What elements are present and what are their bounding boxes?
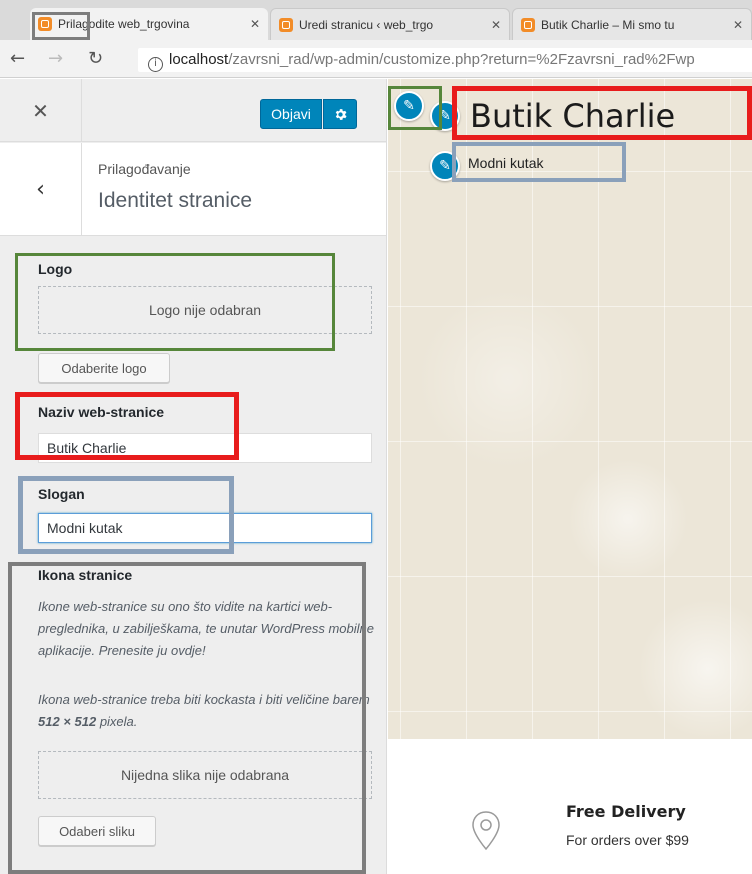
tab-title: Prilagodite web_trgovina xyxy=(58,17,190,31)
site-title-label: Naziv web-stranice xyxy=(38,404,165,420)
wordpress-favicon-icon xyxy=(521,17,535,32)
url-path: /zavrsni_rad/wp-admin/customize.php?retu… xyxy=(228,51,695,68)
select-logo-button[interactable]: Odaberite logo xyxy=(38,353,170,383)
reload-icon[interactable]: ↻ xyxy=(88,48,103,69)
browser-address-bar: ← → ↻ i localhost/zavrsni_rad/wp-admin/cu… xyxy=(0,40,752,78)
gear-icon xyxy=(335,108,347,120)
site-icon-placeholder: Nijedna slika nije odabrana xyxy=(38,751,372,799)
site-icon-description: Ikone web-stranice su ono što vidite na … xyxy=(38,599,375,658)
wordpress-favicon-icon xyxy=(279,17,293,32)
info-icon[interactable]: i xyxy=(148,57,163,72)
feature-subtitle: For orders over $99 xyxy=(566,832,689,848)
logo-placeholder: Logo nije odabran xyxy=(38,286,372,334)
chevron-left-icon: ‹ xyxy=(36,177,45,202)
tab-close-icon[interactable]: ✕ xyxy=(733,18,743,32)
preview-tagline[interactable]: Modni kutak xyxy=(468,155,543,171)
tagline-input[interactable] xyxy=(38,513,372,543)
back-arrow-icon[interactable]: ← xyxy=(10,48,25,69)
tab-edit-page[interactable]: Uredi stranicu ‹ web_trgo ✕ xyxy=(270,8,510,40)
browser-tab-bar: Prilagodite web_trgovina ✕ Uredi stranic… xyxy=(0,0,752,40)
breadcrumb: Prilagođavanje xyxy=(98,161,191,177)
customizer-sidebar: ✕ Objavi ‹ Prilagođavanje Identitet stra… xyxy=(0,79,387,874)
tab-site-preview[interactable]: Butik Charlie – Mi smo tu ✕ xyxy=(512,8,752,40)
preview-site-title[interactable]: Butik Charlie xyxy=(470,97,675,135)
location-pin-icon xyxy=(472,811,500,851)
close-customizer-button[interactable]: ✕ xyxy=(0,79,82,142)
logo-label: Logo xyxy=(38,261,73,277)
publish-button[interactable]: Objavi xyxy=(260,99,322,129)
forward-arrow-icon[interactable]: → xyxy=(48,48,63,69)
edit-pencil-icon[interactable]: ✎ xyxy=(430,151,460,181)
url-input[interactable]: i localhost/zavrsni_rad/wp-admin/customiz… xyxy=(138,48,752,72)
url-host: localhost xyxy=(169,51,229,68)
size-hint-prefix: Ikona web-stranice treba biti kockasta i… xyxy=(38,692,370,707)
tab-close-icon[interactable]: ✕ xyxy=(491,18,501,32)
tagline-label: Slogan xyxy=(38,486,85,502)
size-hint-size: 512 × 512 xyxy=(38,714,97,729)
close-icon: ✕ xyxy=(32,98,49,123)
section-title: Identitet stranice xyxy=(98,189,253,212)
edit-pencil-icon[interactable]: ✎ xyxy=(394,91,424,121)
site-icon-label: Ikona stranice xyxy=(38,567,133,583)
feature-strip: Free Delivery For orders over $99 xyxy=(388,739,752,874)
publish-settings-button[interactable] xyxy=(323,99,357,129)
customizer-header: ✕ Objavi xyxy=(0,79,386,142)
site-icon-size-hint: Ikona web-stranice treba biti kockasta i… xyxy=(38,689,378,733)
tab-title: Uredi stranicu ‹ web_trgo xyxy=(299,17,434,32)
tab-close-icon[interactable]: ✕ xyxy=(250,17,260,31)
select-image-button[interactable]: Odaberi sliku xyxy=(38,816,156,846)
site-preview: Butik Charlie Modni kutak ✎ ✎ ✎ Free Del… xyxy=(388,79,752,874)
edit-pencil-icon[interactable]: ✎ xyxy=(430,101,460,131)
section-header: ‹ Prilagođavanje Identitet stranice xyxy=(0,143,386,236)
wordpress-favicon-icon xyxy=(38,17,52,31)
tab-customizer[interactable]: Prilagodite web_trgovina ✕ xyxy=(30,8,268,40)
feature-title: Free Delivery xyxy=(566,802,686,821)
size-hint-suffix: pixela. xyxy=(96,714,138,729)
site-title-input[interactable] xyxy=(38,433,372,463)
tab-title: Butik Charlie – Mi smo tu xyxy=(541,17,675,32)
back-button[interactable]: ‹ xyxy=(0,143,82,236)
